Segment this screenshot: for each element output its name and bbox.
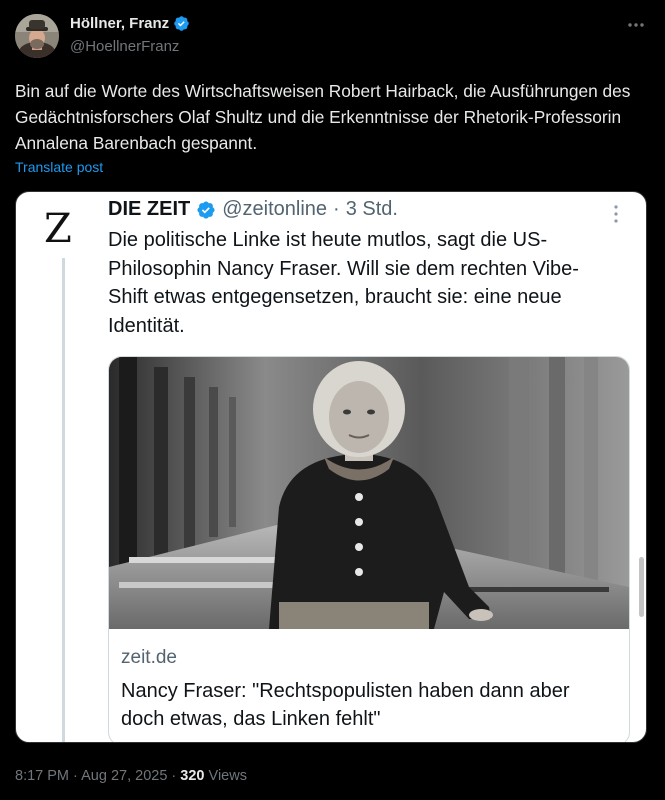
author-name-row[interactable]: Höllner, Franz xyxy=(70,15,190,32)
post-meta-row: 8:17 PM · Aug 27, 2025 · 320 Views xyxy=(15,768,247,784)
thread-line xyxy=(62,258,65,742)
post-text: Bin auf die Worte des Wirtschaftsweisen … xyxy=(15,81,631,153)
author-handle[interactable]: @HoellnerFranz xyxy=(70,38,179,55)
link-card[interactable]: zeit.de Nancy Fraser: "Rechtspopulisten … xyxy=(108,356,630,742)
verified-badge-icon xyxy=(173,15,190,32)
quote-author-name[interactable]: DIE ZEIT xyxy=(108,198,190,221)
photo-woman-in-dark-jacket-icon xyxy=(109,357,629,629)
person-with-hat-avatar-icon xyxy=(15,14,59,58)
views-count[interactable]: 320 xyxy=(180,768,204,784)
scrollbar[interactable] xyxy=(639,557,644,617)
post-time[interactable]: 8:17 PM xyxy=(15,768,69,784)
avatar[interactable] xyxy=(15,14,59,58)
post-date[interactable]: Aug 27, 2025 xyxy=(81,768,167,784)
verified-badge-icon xyxy=(196,200,216,220)
more-horizontal-icon[interactable] xyxy=(625,16,647,34)
quote-text: Die politische Linke ist heute mutlos, s… xyxy=(108,229,579,337)
translate-post-link[interactable]: Translate post xyxy=(15,159,103,175)
more-vertical-icon[interactable] xyxy=(612,204,620,224)
views-label: Views xyxy=(208,768,247,784)
quote-timestamp[interactable]: 3 Std. xyxy=(346,198,398,221)
link-card-title[interactable]: Nancy Fraser: "Rechtspopulisten haben da… xyxy=(121,677,616,733)
link-card-image[interactable] xyxy=(109,357,629,629)
zeit-logo[interactable]: Z xyxy=(44,206,72,252)
quote-header: DIE ZEIT @zeitonline · 3 Std. xyxy=(108,198,398,221)
separator-dot: · xyxy=(73,768,78,784)
link-card-domain[interactable]: zeit.de xyxy=(121,647,177,669)
quote-author-handle[interactable]: @zeitonline xyxy=(222,198,327,221)
quoted-post-card[interactable]: Z DIE ZEIT @zeitonline · 3 Std. Die poli… xyxy=(15,191,647,743)
separator-dot: · xyxy=(333,198,340,220)
author-name[interactable]: Höllner, Franz xyxy=(70,15,169,32)
separator-dot: · xyxy=(171,768,177,784)
